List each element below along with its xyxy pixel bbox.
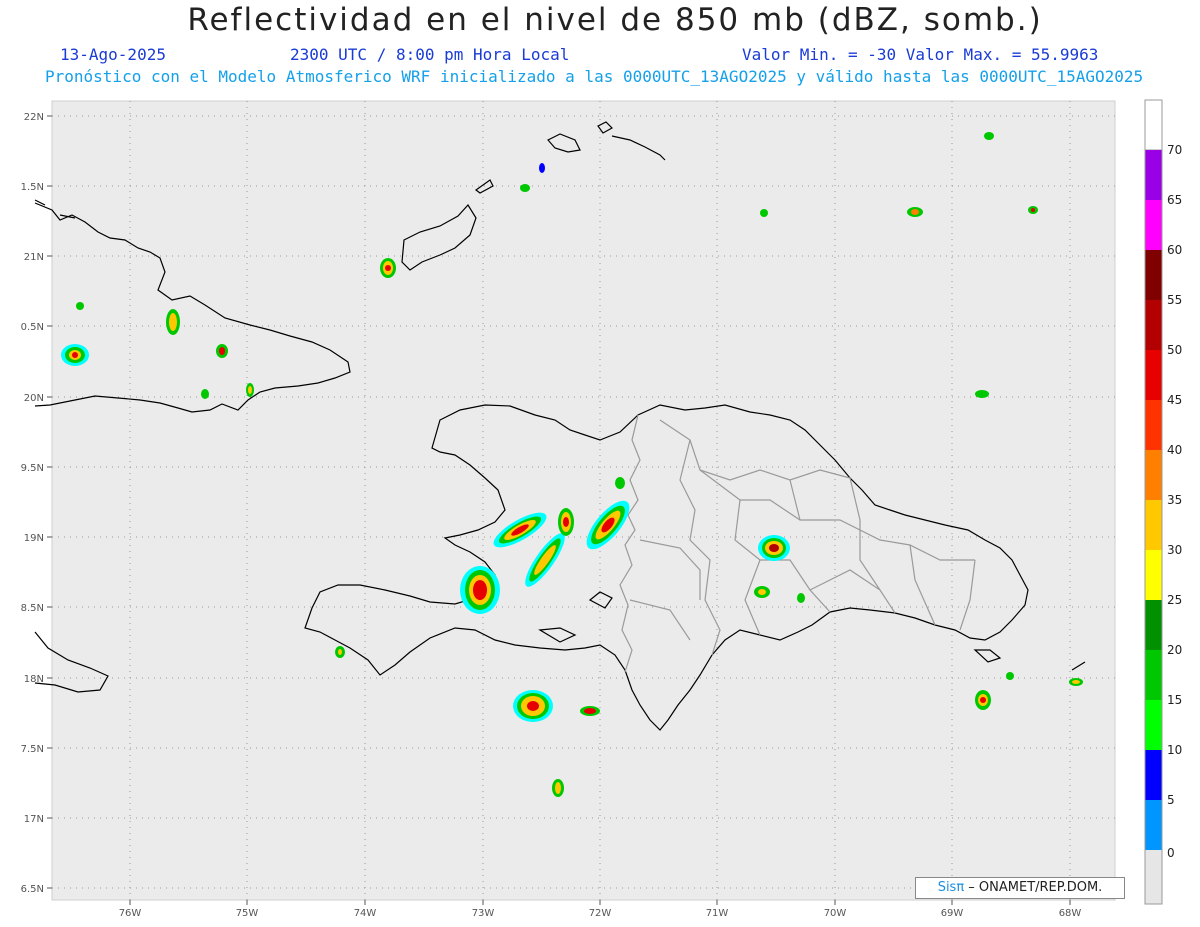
reflectivity-map: 22N 1.5N 21N 0.5N 20N 9.5N 19N 8.5N 18N … [21,99,1182,919]
lat-axis-labels: 22N 1.5N 21N 0.5N 20N 9.5N 19N 8.5N 18N … [21,112,44,895]
lon-label: 70W [824,908,847,919]
colorbar-label: 15 [1167,693,1182,707]
lon-label: 69W [941,908,964,919]
colorbar-label: 0 [1167,846,1175,860]
lat-label: 19N [24,533,44,544]
colorbar-label: 60 [1167,243,1182,257]
lat-label: 17N [24,814,44,825]
lat-label: 8.5N [21,603,44,614]
credit-box: Sisπ – ONAMET/REP.DOM. [915,877,1125,899]
lon-axis-labels: 76W 75W 74W 73W 72W 71W 70W 69W 68W [119,908,1082,919]
colorbar-label: 30 [1167,543,1182,557]
lon-label: 68W [1059,908,1082,919]
lat-label: 0.5N [21,322,44,333]
colorbar-label: 10 [1167,743,1182,757]
lon-label: 75W [236,908,259,919]
lon-label: 73W [472,908,495,919]
colorbar-label: 20 [1167,643,1182,657]
colorbar-label: 5 [1167,793,1175,807]
sispi-logo: Sisπ [937,880,965,895]
colorbar-label: 25 [1167,593,1182,607]
lon-label: 71W [706,908,729,919]
colorbar-label: 45 [1167,393,1182,407]
colorbar [1144,99,1163,905]
lat-label: 20N [24,393,44,404]
colorbar-label: 50 [1167,343,1182,357]
colorbar-labels: 70 65 60 55 50 45 40 35 30 25 20 15 10 5… [1167,143,1182,860]
lat-label: 9.5N [21,463,44,474]
lat-label: 6.5N [21,884,44,895]
colorbar-label: 55 [1167,293,1182,307]
colorbar-label: 70 [1167,143,1182,157]
lon-label: 72W [589,908,612,919]
lon-label: 76W [119,908,142,919]
colorbar-label: 65 [1167,193,1182,207]
lat-label: 7.5N [21,744,44,755]
colorbar-label: 40 [1167,443,1182,457]
credit-text: – ONAMET/REP.DOM. [964,880,1103,895]
lat-label: 22N [24,112,44,123]
colorbar-label: 35 [1167,493,1182,507]
map-background [51,100,1116,901]
lat-label: 1.5N [21,182,44,193]
lon-label: 74W [354,908,377,919]
lat-label: 21N [24,252,44,263]
